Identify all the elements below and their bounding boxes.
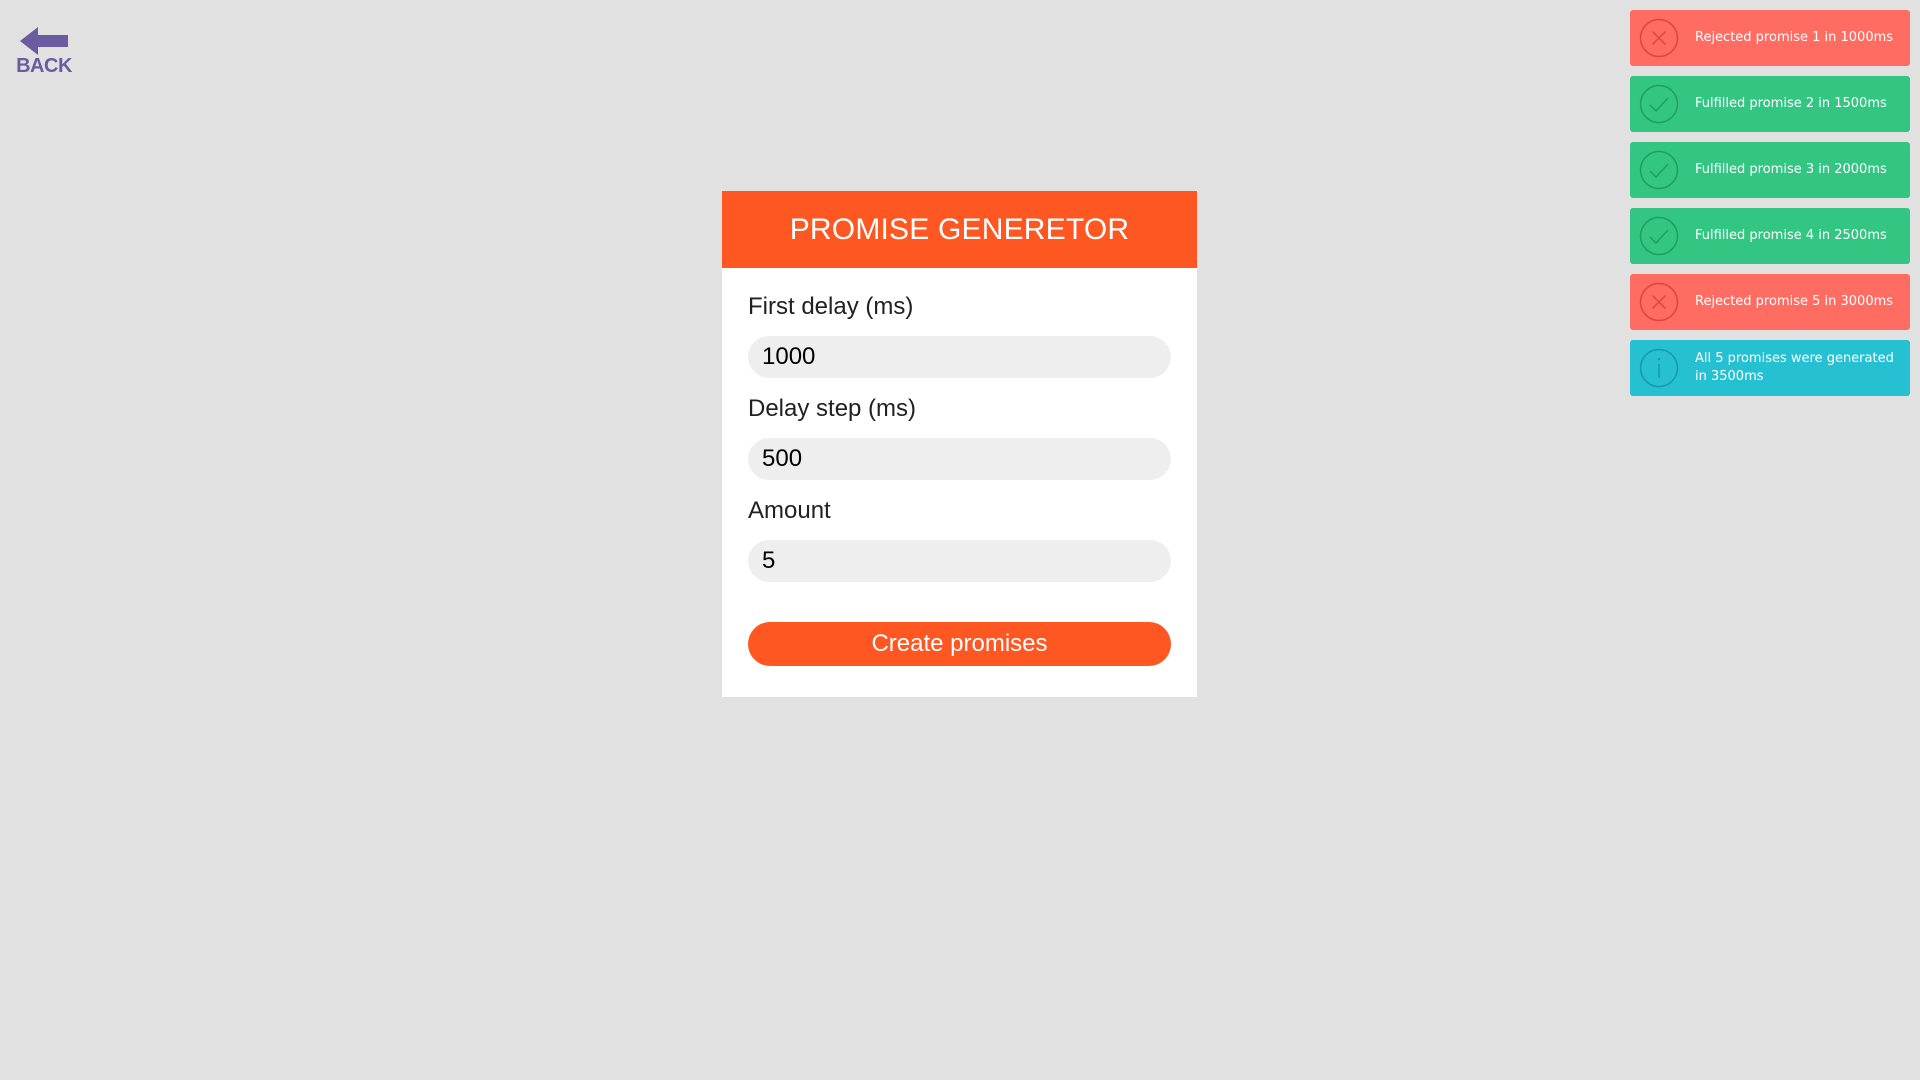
arrow-left-icon xyxy=(20,27,68,55)
amount-label: Amount xyxy=(748,497,831,524)
notification-fulfilled[interactable]: Fulfilled promise 2 in 1500ms xyxy=(1630,76,1910,132)
info-icon xyxy=(1639,348,1679,388)
notification-stack: Rejected promise 1 in 1000ms Fulfilled p… xyxy=(1630,10,1910,406)
notification-text: Fulfilled promise 4 in 2500ms xyxy=(1695,228,1887,243)
first-delay-label: First delay (ms) xyxy=(748,293,914,320)
check-icon xyxy=(1639,216,1679,256)
notification-info[interactable]: All 5 promises were generated in 3500ms xyxy=(1630,340,1910,396)
notification-text: Rejected promise 1 in 1000ms xyxy=(1695,30,1894,45)
promise-generator-card: PROMISE GENERETOR First delay (ms) Delay… xyxy=(722,191,1197,697)
delay-step-label: Delay step (ms) xyxy=(748,395,917,422)
delay-step-input[interactable] xyxy=(748,438,1171,480)
first-delay-input[interactable] xyxy=(748,336,1171,378)
card-title: PROMISE GENERETOR xyxy=(722,191,1197,268)
notification-rejected[interactable]: Rejected promise 1 in 1000ms xyxy=(1630,10,1910,66)
notification-rejected[interactable]: Rejected promise 5 in 3000ms xyxy=(1630,274,1910,330)
check-icon xyxy=(1639,150,1679,190)
create-promises-button[interactable]: Create promises xyxy=(748,622,1171,666)
notification-text: Rejected promise 5 in 3000ms xyxy=(1695,294,1894,309)
amount-input[interactable] xyxy=(748,540,1171,582)
notification-text: Fulfilled promise 2 in 1500ms xyxy=(1695,96,1887,111)
close-icon xyxy=(1639,282,1679,322)
notification-text: All 5 promises were generated in 3500ms xyxy=(1695,351,1894,384)
back-label: BACK xyxy=(16,55,72,77)
back-link[interactable]: BACK xyxy=(16,26,72,82)
notification-text: Fulfilled promise 3 in 2000ms xyxy=(1695,162,1887,177)
notification-fulfilled[interactable]: Fulfilled promise 3 in 2000ms xyxy=(1630,142,1910,198)
promise-form: First delay (ms) Delay step (ms) Amount … xyxy=(722,268,1197,692)
close-icon xyxy=(1639,18,1679,58)
notification-fulfilled[interactable]: Fulfilled promise 4 in 2500ms xyxy=(1630,208,1910,264)
check-icon xyxy=(1639,84,1679,124)
